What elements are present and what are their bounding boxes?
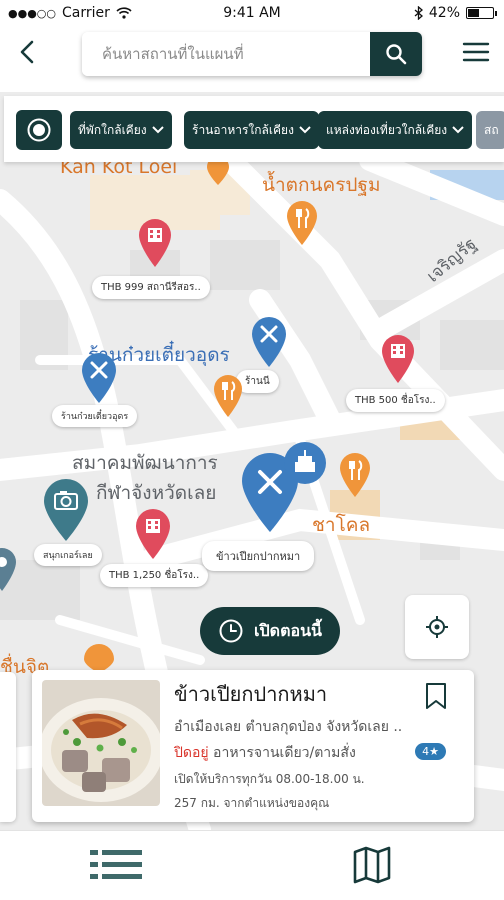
search-button[interactable] <box>370 32 422 76</box>
food-pin[interactable] <box>212 374 244 418</box>
chevron-down-icon <box>151 126 164 134</box>
chevron-down-icon <box>452 126 464 134</box>
map-tag-camera[interactable]: สนุกเกอร์เลย <box>34 544 102 566</box>
filter-chip-more[interactable]: สถ <box>476 111 504 149</box>
food-pin[interactable] <box>205 158 231 186</box>
map-label-sports-assoc-2: กีฬาจังหวัดเลย <box>96 482 217 504</box>
food-pin[interactable] <box>285 200 319 246</box>
chevron-down-icon <box>299 126 311 134</box>
place-category: อาหารจานเดียว/ตามสั่ง <box>213 745 356 761</box>
all-filter-button[interactable] <box>16 110 62 150</box>
map-tag-hotel-1250[interactable]: THB 1,250 ชื่อโรง.. <box>100 564 209 587</box>
food-pin[interactable] <box>338 452 372 498</box>
bottom-navigation <box>0 830 504 900</box>
open-status: ปิดอยู่ <box>174 745 209 761</box>
search-input[interactable] <box>82 32 372 76</box>
restaurant-pin[interactable] <box>250 316 288 368</box>
crosshair-icon <box>426 616 448 638</box>
hotel-pin[interactable] <box>380 334 416 384</box>
map-label-sports-assoc-1: สมาคมพัฒนาการ <box>72 452 218 474</box>
map-label-nam-tok: น้ำตกนครปฐม <box>262 174 381 196</box>
previous-card-peek[interactable] <box>0 672 16 822</box>
map-tag-food-left[interactable]: ร้านก๋วยเตี๋ยวอุดร <box>52 405 138 427</box>
bluetooth-icon <box>414 6 423 20</box>
filter-chip-label: ที่พักใกล้เคียง <box>78 122 147 137</box>
back-button[interactable] <box>12 34 44 70</box>
filter-chip-label: แหล่งท่องเที่ยวใกล้เคียง <box>326 122 448 137</box>
open-now-label: เปิดตอนนี้ <box>254 620 322 640</box>
clock-icon <box>219 619 243 643</box>
place-title: ข้าวเปียกปากหมา <box>174 682 328 706</box>
top-bar <box>0 28 504 92</box>
filter-bar: ที่พักใกล้เคียง ร้านอาหารใกล้เคียง แหล่ง… <box>4 96 504 162</box>
filter-chip-accommodation[interactable]: ที่พักใกล้เคียง <box>70 111 172 149</box>
filter-chip-restaurants[interactable]: ร้านอาหารใกล้เคียง <box>184 111 319 149</box>
map-tag-hotel-999[interactable]: THB 999 สถานีรีสอร.. <box>92 276 210 299</box>
map-tag-khao-piak[interactable]: ข้าวเปียกปากหมา <box>202 541 315 571</box>
my-location-button[interactable] <box>405 595 469 659</box>
place-photo <box>42 680 160 806</box>
status-bar: ●●●○○ Carrier 9:41 AM 42% <box>0 0 504 28</box>
filter-chip-attractions[interactable]: แหล่งท่องเที่ยวใกล้เคียง <box>318 111 473 149</box>
battery-icon <box>466 7 497 19</box>
location-pin[interactable] <box>0 546 18 592</box>
search-box[interactable] <box>82 32 422 76</box>
target-icon <box>27 118 51 142</box>
restaurant-pin[interactable] <box>80 352 118 404</box>
map-tag-hotel-500[interactable]: THB 500 ชื่อโรง.. <box>346 389 445 412</box>
hotel-pin[interactable] <box>137 218 173 268</box>
battery-percent: 42% <box>428 5 460 21</box>
list-view-tab[interactable] <box>88 847 144 883</box>
place-distance: 257 กม. จากตำแหน่งของคุณ <box>174 796 330 810</box>
place-address: อำเมืองเลย ตำบลกุดป่อง จังหวัดเลย .. <box>174 719 403 735</box>
filter-chip-label: ร้านอาหารใกล้เคียง <box>192 122 294 137</box>
rating-badge: 4★ <box>415 743 446 760</box>
opening-hours: เปิดให้บริการทุกวัน 08.00-18.00 น. <box>174 772 365 786</box>
search-icon <box>386 44 407 65</box>
menu-button[interactable] <box>462 40 490 64</box>
bakery-pin[interactable] <box>282 440 328 490</box>
place-card[interactable]: ข้าวเปียกปากหมา อำเมืองเลย ตำบลกุดป่อง จ… <box>32 670 474 822</box>
attraction-pin[interactable] <box>42 478 90 542</box>
place-status-line: ปิดอยู่ อาหารจานเดียว/ตามสั่ง <box>174 742 356 764</box>
open-now-button[interactable]: เปิดตอนนี้ <box>200 607 340 655</box>
status-right: 42% <box>414 5 497 21</box>
map-view-tab[interactable] <box>352 845 392 885</box>
hotel-pin[interactable] <box>134 508 172 560</box>
bookmark-icon[interactable] <box>424 682 448 710</box>
map-label-shacole: ชาโคล <box>312 514 371 536</box>
filter-chip-label: สถ <box>484 122 499 137</box>
